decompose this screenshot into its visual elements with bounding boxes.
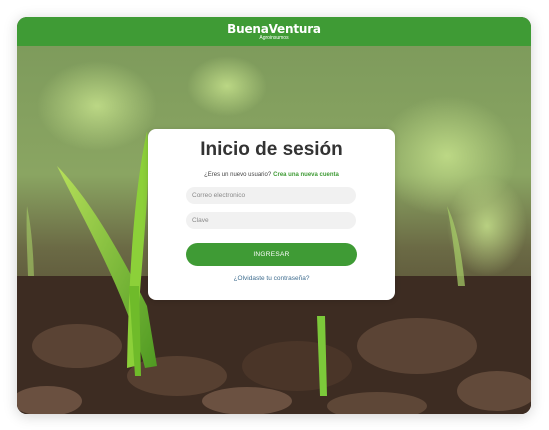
bokeh-blob bbox=[187, 56, 267, 116]
email-field[interactable]: Correo electronico bbox=[186, 187, 356, 204]
login-title: Inicio de sesión bbox=[200, 139, 343, 160]
logo-text: BuenaVentura bbox=[227, 21, 321, 36]
soil-clod bbox=[357, 318, 477, 374]
brand-logo: BuenaVentura Agroinsumos bbox=[227, 23, 321, 41]
logo-subtitle: Agroinsumos bbox=[259, 34, 289, 41]
soil-clod bbox=[242, 341, 352, 391]
new-user-prompt: ¿Eres un nuevo usuario? bbox=[204, 172, 272, 178]
login-button[interactable]: INGRESAR bbox=[186, 243, 357, 266]
soil-clod bbox=[32, 324, 122, 368]
top-header-bar: BuenaVentura Agroinsumos bbox=[17, 17, 531, 46]
create-account-link[interactable]: Crea una nueva cuenta bbox=[273, 172, 339, 178]
login-card: Inicio de sesión ¿Eres un nuevo usuario?… bbox=[148, 129, 395, 300]
new-user-row: ¿Eres un nuevo usuario? Crea una nueva cu… bbox=[148, 172, 395, 178]
bokeh-blob bbox=[37, 61, 157, 151]
forgot-password-link[interactable]: ¿Olvidaste tu contraseña? bbox=[148, 275, 395, 282]
soil-clod bbox=[202, 387, 292, 414]
app-window: BuenaVentura Agroinsumos Inicio de sesió… bbox=[17, 17, 531, 414]
password-field[interactable]: Clave bbox=[186, 212, 356, 229]
soil-clod bbox=[127, 356, 227, 396]
